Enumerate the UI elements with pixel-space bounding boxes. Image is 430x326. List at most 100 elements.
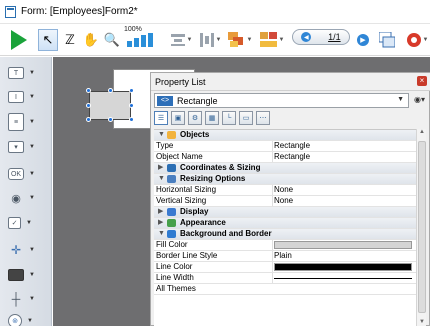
page-prev-icon[interactable]: ◀ (301, 32, 312, 42)
tab-objects[interactable]: ▦ (205, 111, 219, 125)
property-row[interactable]: Line Width (154, 273, 416, 284)
page-navigator[interactable]: ◀ 1/1 (292, 29, 350, 45)
zoom-level-button[interactable]: 100% (124, 26, 156, 51)
resize-handle[interactable] (86, 117, 91, 122)
property-row[interactable]: Border Line Style Plain (154, 251, 416, 262)
section-label: Appearance (180, 218, 226, 227)
section-label: Background and Border (180, 229, 272, 238)
section-background-border[interactable]: ▼ Background and Border (154, 229, 416, 240)
distribute-button[interactable]: ▼ (197, 29, 223, 51)
chevron-down-icon: ▼ (397, 96, 404, 103)
scroll-down-icon[interactable]: ▼ (418, 319, 426, 326)
button-tool-button[interactable]: OK ▼ (8, 166, 46, 182)
resize-handle[interactable] (129, 88, 134, 93)
run-button[interactable] (8, 29, 30, 51)
section-label: Coordinates & Sizing (180, 163, 261, 172)
resize-handle[interactable] (86, 88, 91, 93)
resize-handle[interactable] (108, 88, 113, 93)
align-button[interactable]: ▼ (168, 29, 194, 51)
property-row[interactable]: Type Rectangle (154, 141, 416, 152)
zoom-button[interactable]: 🔍 (103, 29, 121, 51)
bar-chart-icon (127, 33, 153, 47)
tab-screen[interactable]: ▭ (239, 111, 253, 125)
property-list-title: Property List (155, 77, 206, 87)
object-selector[interactable]: <> Rectangle ▼ (154, 93, 409, 108)
property-row[interactable]: Line Color (154, 262, 416, 273)
entry-order-button[interactable]: ℤ (62, 29, 78, 51)
checkbox-tool-button[interactable]: ✓ ▼ (8, 215, 46, 231)
rectangle-object[interactable] (89, 91, 131, 120)
fill-color-swatch[interactable] (274, 241, 412, 249)
property-key: All Themes (156, 284, 196, 293)
hand-icon: ✋ (82, 32, 100, 47)
radio-tool-icon: ◉ (11, 192, 21, 205)
tab-coordinates[interactable]: └ (222, 111, 236, 125)
view-button[interactable] (378, 29, 396, 51)
property-value: None (274, 196, 294, 205)
resize-handle[interactable] (129, 117, 134, 122)
property-key: Line Width (156, 273, 194, 282)
radio-tool-button[interactable]: ◉ ▼ (8, 190, 46, 206)
toolbar: ↖ ℤ ✋ 🔍 100% ▼ ▼ ▼ ▼ ◀ 1/1 ▶ ▼ (0, 24, 430, 56)
text-tool-button[interactable]: I ▼ (8, 89, 46, 105)
property-key: Object Name (156, 152, 203, 161)
section-resizing-options[interactable]: ▼ Resizing Options (154, 174, 416, 185)
selected-object: Rectangle (177, 96, 218, 106)
section-coordinates-sizing[interactable]: ▶ Coordinates & Sizing (154, 163, 416, 174)
tab-all-properties[interactable]: ☰ (154, 111, 168, 125)
tab-events[interactable]: ⚙ (188, 111, 202, 125)
line-color-swatch[interactable] (274, 263, 412, 271)
collapse-icon: ▼ (158, 131, 165, 138)
text-tool-icon: I (8, 91, 24, 103)
view-icon (379, 32, 395, 48)
layers-button[interactable]: ▼ (226, 29, 254, 51)
section-appearance[interactable]: ▶ Appearance (154, 218, 416, 229)
objects-icon (167, 131, 176, 139)
splitter-tool-button[interactable]: ✛ ▼ (8, 242, 46, 258)
hand-tool-button[interactable]: ✋ (82, 29, 100, 51)
property-row[interactable]: Vertical Sizing None (154, 196, 416, 207)
popup-tool-button[interactable]: ▾ ▼ (8, 139, 46, 155)
property-key: Line Color (156, 262, 193, 271)
property-row[interactable]: All Themes (154, 284, 416, 295)
resizing-icon (167, 175, 176, 183)
resize-handle[interactable] (108, 117, 113, 122)
property-key: Type (156, 141, 174, 150)
property-row[interactable]: Horizontal Sizing None (154, 185, 416, 196)
scroll-thumb[interactable] (418, 141, 426, 313)
settings-icon (406, 33, 421, 47)
property-row[interactable]: Object Name Rectangle (154, 152, 416, 163)
line-tool-button[interactable]: ┼ ▼ (8, 291, 46, 307)
eye-icon[interactable]: ◉▾ (414, 95, 425, 104)
property-key: Border Line Style (156, 251, 218, 260)
layers-icon (227, 32, 243, 47)
tab-display[interactable]: ▣ (171, 111, 185, 125)
close-icon[interactable]: × (417, 76, 427, 86)
field-tool-button[interactable]: T ▼ (8, 65, 46, 81)
property-row[interactable]: Fill Color (154, 240, 416, 251)
group-button[interactable]: ▼ (258, 29, 286, 51)
tab-more[interactable]: ⋯ (256, 111, 270, 125)
rectangle-tool-button[interactable]: ▼ (8, 267, 46, 283)
pointer-tool-button[interactable]: ↖ (38, 29, 58, 51)
entry-order-icon: ℤ (65, 32, 75, 47)
coordinates-icon (167, 164, 176, 172)
collapse-icon: ▼ (158, 175, 165, 182)
list-tool-button[interactable]: ≡ ▼ (8, 112, 46, 132)
property-scrollbar[interactable]: ▲ ▼ (416, 129, 426, 326)
zoom-icon: 🔍 (103, 32, 121, 47)
line-width-preview[interactable] (274, 278, 412, 279)
title-bar: Form: [Employees]Form2* (0, 0, 430, 24)
line-tool-icon: ┼ (11, 292, 21, 306)
settings-button[interactable]: ▼ (404, 29, 430, 51)
page-next-button[interactable]: ▶ (356, 29, 370, 51)
display-icon (167, 208, 176, 216)
section-objects[interactable]: ▼ Objects (154, 130, 416, 141)
plugin-tool-button[interactable]: ⊚ ▼ (8, 313, 46, 326)
pointer-icon: ↖ (42, 32, 54, 47)
scroll-up-icon[interactable]: ▲ (418, 129, 426, 137)
window: Form: [Employees]Form2* ↖ ℤ ✋ 🔍 100% ▼ ▼… (0, 0, 430, 326)
resize-handle[interactable] (86, 103, 91, 108)
section-display[interactable]: ▶ Display (154, 207, 416, 218)
resize-handle[interactable] (129, 103, 134, 108)
